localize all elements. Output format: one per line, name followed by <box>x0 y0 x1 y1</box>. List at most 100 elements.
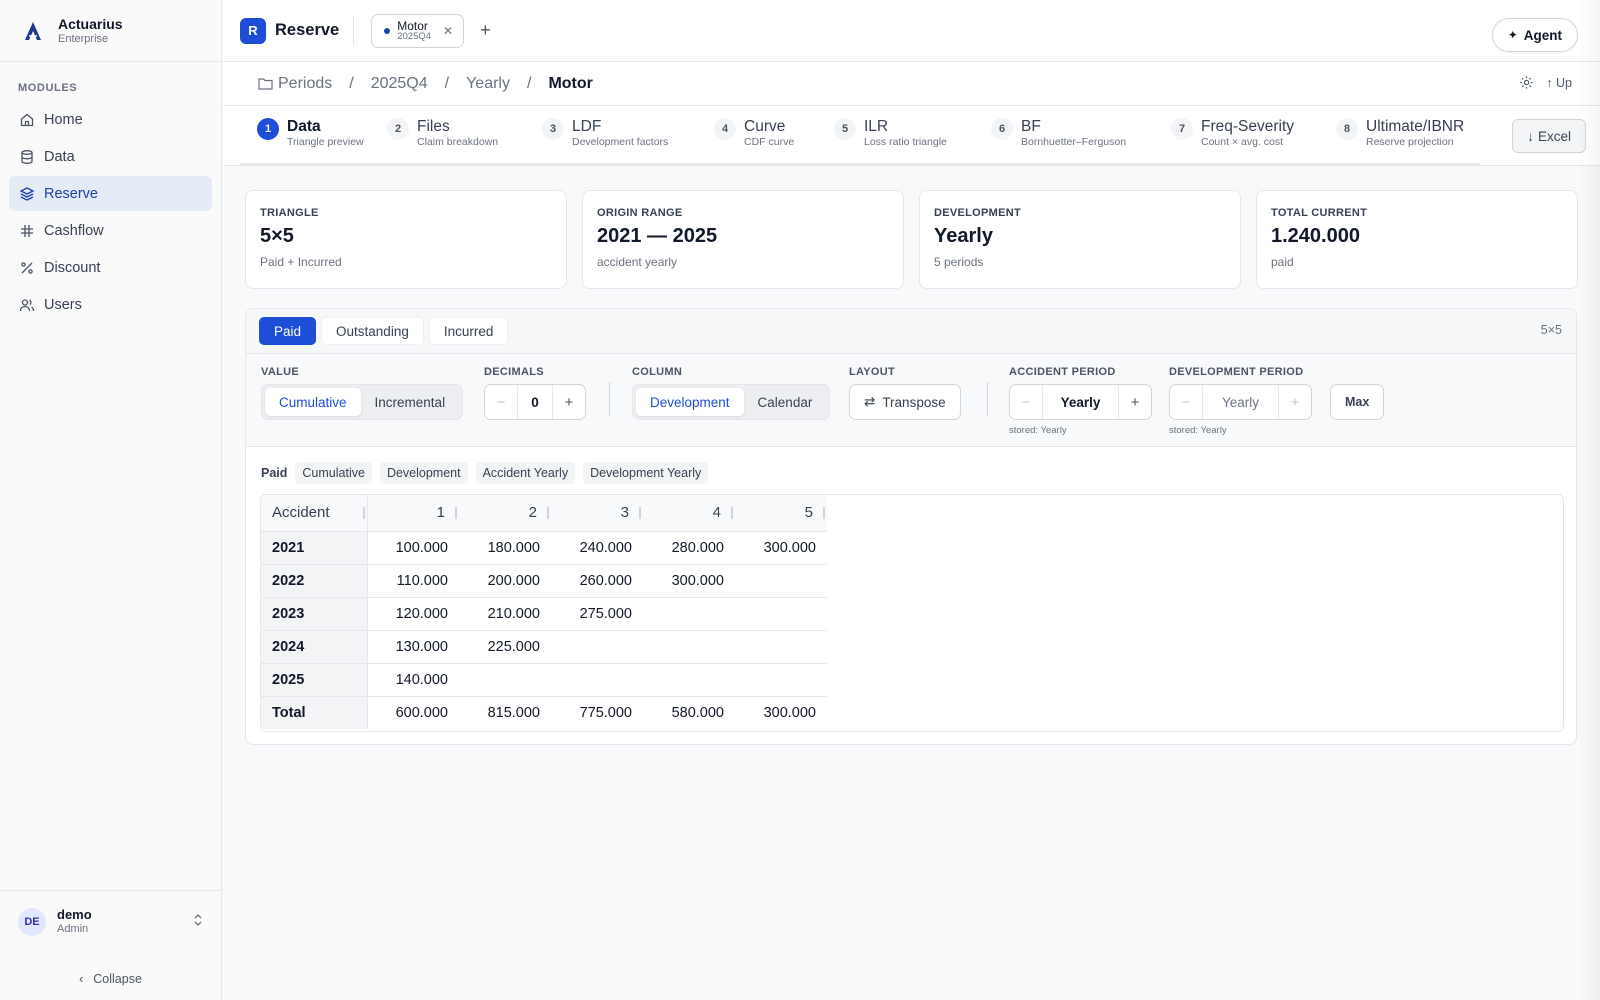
step-files[interactable]: 2 Files Claim breakdown <box>387 106 542 163</box>
breadcrumb-periods[interactable]: Periods <box>278 75 332 93</box>
header-label: 1 <box>436 504 445 522</box>
row-label: 2025 <box>261 663 368 697</box>
table-cell[interactable]: 240.000 <box>551 531 643 565</box>
sidebar-item-data[interactable]: Data <box>9 139 212 174</box>
accident-period-value[interactable]: Yearly <box>1042 385 1119 419</box>
collapse-button[interactable]: ‹ Collapse <box>0 972 221 986</box>
close-icon[interactable]: ✕ <box>443 24 453 38</box>
breadcrumb-frequency[interactable]: Yearly <box>466 75 510 93</box>
gear-icon[interactable] <box>1519 75 1534 90</box>
step-ldf[interactable]: 3 LDF Development factors <box>542 106 714 163</box>
table-cell[interactable]: 300.000 <box>643 564 735 598</box>
table-cell[interactable]: 120.000 <box>367 597 459 631</box>
step-ultimate-ibnr[interactable]: 8 Ultimate/IBNR Reserve projection <box>1336 106 1480 163</box>
tab-paid[interactable]: Paid <box>259 317 317 345</box>
incremental-option[interactable]: Incremental <box>361 388 460 416</box>
step-curve[interactable]: 4 Curve CDF curve <box>714 106 834 163</box>
measure-tabs: Paid Outstanding Incurred 5×5 <box>246 309 1576 354</box>
table-cell[interactable] <box>459 663 551 697</box>
table-cell[interactable] <box>551 663 643 697</box>
column-resize-handle[interactable] <box>547 507 549 519</box>
table-cell[interactable] <box>643 597 735 631</box>
tab-outstanding[interactable]: Outstanding <box>321 317 424 345</box>
table-cell[interactable]: 130.000 <box>367 630 459 664</box>
excel-export-button[interactable]: ↓ Excel <box>1512 119 1586 153</box>
table-cell[interactable] <box>735 630 827 664</box>
table-cell[interactable]: 140.000 <box>367 663 459 697</box>
table-cell[interactable] <box>735 564 827 598</box>
step-bf[interactable]: 6 BF Bornhuetter–Ferguson <box>991 106 1171 163</box>
user-name: demo <box>57 907 92 922</box>
column-resize-handle[interactable] <box>823 507 825 519</box>
sidebar-item-home[interactable]: Home <box>9 102 212 137</box>
table-total-row: Total 600.000 815.000 775.000 580.000 30… <box>261 696 827 729</box>
sidebar-item-reserve[interactable]: Reserve <box>9 176 212 211</box>
table-cell[interactable]: 210.000 <box>459 597 551 631</box>
card-label: TRIANGLE <box>260 207 319 219</box>
development-period-value[interactable]: Yearly <box>1202 385 1279 419</box>
decimals-value[interactable]: 0 <box>517 385 553 419</box>
row-label: 2022 <box>261 564 368 598</box>
table-cell[interactable] <box>735 597 827 631</box>
step-subtitle: Claim breakdown <box>417 136 499 148</box>
tag-value: Cumulative <box>295 462 372 484</box>
add-tab-button[interactable]: + <box>480 20 491 41</box>
agent-button[interactable]: ✦ Agent <box>1491 18 1578 52</box>
step-subtitle: Loss ratio triangle <box>864 136 947 148</box>
transpose-button[interactable]: ⇄ Transpose <box>849 384 961 420</box>
table-cell[interactable] <box>643 630 735 664</box>
transpose-label: Transpose <box>882 394 946 410</box>
development-option[interactable]: Development <box>636 388 744 416</box>
sidebar-item-cashflow[interactable]: Cashflow <box>9 213 212 248</box>
step-freq-severity[interactable]: 7 Freq-Severity Count × avg. cost <box>1171 106 1336 163</box>
sidebar-item-discount[interactable]: Discount <box>9 250 212 285</box>
calendar-option[interactable]: Calendar <box>744 388 827 416</box>
development-period-increase-button[interactable]: + <box>1279 385 1311 419</box>
percent-icon <box>19 260 35 276</box>
max-button[interactable]: Max <box>1330 384 1385 420</box>
decimals-increase-button[interactable]: + <box>553 385 585 419</box>
row-label: Total <box>261 696 368 729</box>
cumulative-option[interactable]: Cumulative <box>265 388 361 416</box>
column-resize-handle[interactable] <box>455 507 457 519</box>
table-cell[interactable]: 180.000 <box>459 531 551 565</box>
table-cell[interactable] <box>735 663 827 697</box>
column-header[interactable]: 3 <box>551 495 643 532</box>
table-cell[interactable]: 100.000 <box>367 531 459 565</box>
accident-period-stepper: − Yearly + <box>1009 384 1152 420</box>
table-cell[interactable]: 280.000 <box>643 531 735 565</box>
step-data[interactable]: 1 Data Triangle preview <box>240 106 387 163</box>
up-button[interactable]: ↑ Up <box>1546 76 1572 90</box>
accident-period-decrease-button[interactable]: − <box>1010 385 1042 419</box>
value-toggle: Cumulative Incremental <box>261 384 464 420</box>
column-header-accident[interactable]: Accident <box>261 495 368 532</box>
development-period-decrease-button[interactable]: − <box>1170 385 1202 419</box>
user-menu[interactable]: DE demo Admin <box>0 890 221 952</box>
brand[interactable]: Actuarius Enterprise <box>0 0 221 62</box>
tab-incurred[interactable]: Incurred <box>428 317 509 345</box>
sidebar-item-users[interactable]: Users <box>9 287 212 322</box>
column-header[interactable]: 1 <box>367 495 459 532</box>
column-header[interactable]: 5 <box>735 495 827 532</box>
table-cell[interactable]: 200.000 <box>459 564 551 598</box>
column-header[interactable]: 2 <box>459 495 551 532</box>
table-cell[interactable]: 260.000 <box>551 564 643 598</box>
table-cell[interactable]: 110.000 <box>367 564 459 598</box>
table-cell[interactable] <box>643 663 735 697</box>
column-resize-handle[interactable] <box>639 507 641 519</box>
breadcrumb-period[interactable]: 2025Q4 <box>371 75 428 93</box>
scroll-shadow <box>1578 0 1600 1000</box>
step-ilr[interactable]: 5 ILR Loss ratio triangle <box>834 106 991 163</box>
column-header[interactable]: 4 <box>643 495 735 532</box>
tab-motor[interactable]: Motor 2025Q4 ✕ <box>371 13 465 48</box>
table-cell[interactable]: 275.000 <box>551 597 643 631</box>
accident-period-increase-button[interactable]: + <box>1119 385 1151 419</box>
table-cell[interactable]: 300.000 <box>735 531 827 565</box>
table-cell[interactable] <box>551 630 643 664</box>
column-resize-handle[interactable] <box>731 507 733 519</box>
step-subtitle: Reserve projection <box>1366 136 1454 148</box>
decimals-decrease-button[interactable]: − <box>485 385 517 419</box>
table-cell[interactable]: 225.000 <box>459 630 551 664</box>
step-subtitle: Count × avg. cost <box>1201 136 1284 148</box>
column-resize-handle[interactable] <box>362 507 365 519</box>
